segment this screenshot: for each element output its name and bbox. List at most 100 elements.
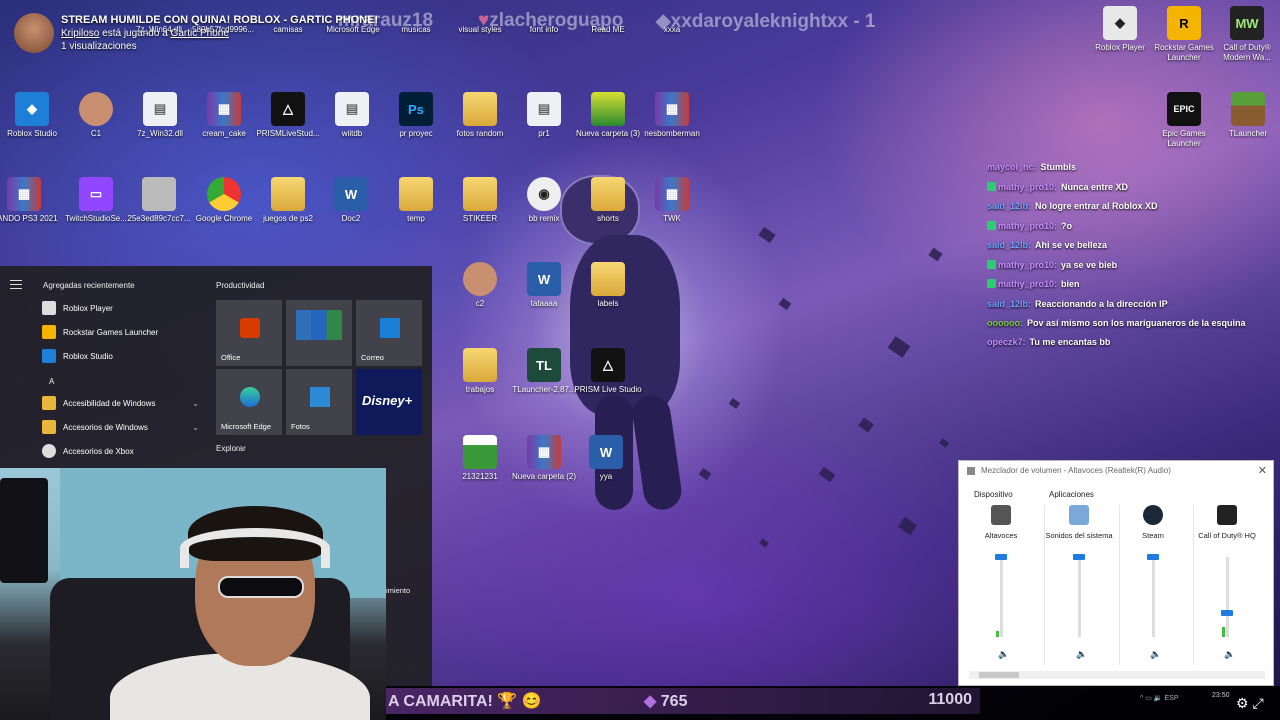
twitch-studio-icon[interactable]: ▭ TwitchStudioSe... (61, 177, 131, 224)
folder-icon[interactable]: juegos de ps2 (253, 177, 323, 224)
word-doc-icon[interactable]: W Doc2 (316, 177, 386, 224)
prism-icon[interactable]: △ PRISM Live Studio (573, 348, 643, 395)
system-sounds-icon[interactable] (1069, 505, 1089, 525)
word-doc-icon[interactable]: Wtataaaa (509, 262, 579, 309)
chat-overlay: maycol_nc: Stumbls mathy_pro10: Nunca entr… (987, 158, 1257, 353)
desktop-icon[interactable]: ▤ pr1 (509, 92, 579, 139)
chevron-down-icon: ⌄ (192, 422, 199, 432)
start-app-accesorios-windows[interactable]: Accesorios de Windows ⌄ (42, 416, 207, 438)
mixer-channel-call-of-duty: Call of Duty® HQ 🔈 (1191, 505, 1263, 665)
desktop-icon[interactable]: c2 (445, 262, 515, 309)
chat-message: mathy_pro10: bien (987, 275, 1257, 295)
tile-fotos[interactable]: Fotos (286, 369, 352, 435)
desktop-icon[interactable]: 25e3ed89c7cc7... (124, 177, 194, 224)
speaker-device-icon[interactable] (991, 505, 1011, 525)
mute-speaker-icon[interactable]: 🔈 (1150, 649, 1161, 660)
chevron-down-icon: ⌄ (192, 398, 199, 408)
fullscreen-icon[interactable]: ⤢ (1252, 695, 1263, 711)
scrollbar-thumb[interactable] (979, 672, 1019, 678)
chat-username: mathy_pro10: (998, 181, 1058, 192)
horizontal-scrollbar[interactable] (969, 671, 1265, 679)
epic-games-icon[interactable]: EPIC Epic Games Launcher (1149, 92, 1219, 149)
settings-gear-icon[interactable]: ⚙ (1236, 695, 1249, 711)
winrar-icon[interactable]: ▦ Nueva carpeta (2) (509, 435, 579, 482)
mute-speaker-icon[interactable]: 🔈 (1224, 649, 1235, 660)
apps-header: Aplicaciones (1049, 490, 1094, 499)
channel-avatar[interactable] (14, 13, 54, 53)
mute-speaker-icon[interactable]: 🔈 (1076, 649, 1087, 660)
desktop-icon[interactable]: ▤ wiitdb (317, 92, 387, 139)
goal-text: A CAMARITA! 🏆 😊 (388, 693, 542, 710)
letter-header[interactable]: A (49, 377, 54, 386)
volume-track[interactable] (1078, 557, 1081, 637)
prism-icon[interactable]: △ PRISMLiveStud... (253, 92, 323, 139)
winrar-icon[interactable]: ▦MANDO PS3 2021 (0, 177, 59, 224)
volume-icon[interactable]: 🔉 (1154, 695, 1163, 702)
winrar-icon[interactable]: ▦ TWK (637, 177, 707, 224)
start-app-roblox-player[interactable]: Roblox Player (42, 297, 207, 319)
volume-slider[interactable] (1147, 554, 1159, 560)
hamburger-menu-icon[interactable] (10, 280, 22, 289)
diamond-icon: ◆ (656, 11, 671, 32)
start-app-rockstar[interactable]: Rockstar Games Launcher (42, 321, 207, 343)
folder-icon[interactable]: Nueva carpeta (3) (573, 92, 643, 139)
speaker-image (0, 478, 48, 583)
productivity-header: Productividad (216, 281, 265, 290)
winrar-icon[interactable]: ▦ cream_cake (189, 92, 259, 139)
level-meter (1222, 627, 1225, 637)
tlauncher-icon[interactable]: TL TLauncher-2.87... (509, 348, 579, 395)
folder-icon[interactable]: trabajos (445, 348, 515, 395)
chat-message: said_12lb: No logre entrar al Roblox XD (987, 197, 1257, 217)
volume-track[interactable] (1152, 557, 1155, 637)
folder-icon[interactable]: shorts (573, 177, 643, 224)
volume-track[interactable] (1000, 557, 1003, 637)
call-of-duty-icon[interactable] (1217, 505, 1237, 525)
folder-icon[interactable]: labels (573, 262, 643, 309)
tlauncher-icon[interactable]: TLauncher (1213, 92, 1280, 139)
desktop-icon[interactable]: 21321231 (445, 435, 515, 482)
volume-track[interactable] (1226, 557, 1229, 637)
desktop-icon[interactable]: ▤ 7z_Win32.dll (125, 92, 195, 139)
webcam-feed (0, 468, 386, 720)
volume-slider[interactable] (1221, 610, 1233, 616)
chevron-up-icon[interactable]: ^ (1140, 695, 1143, 702)
word-doc-icon[interactable]: Wyya (571, 435, 641, 482)
mixer-channel-steam: Steam 🔈 (1117, 505, 1189, 665)
folder-icon[interactable]: temp (381, 177, 451, 224)
tile-office-apps[interactable] (286, 300, 352, 366)
mute-speaker-icon[interactable]: 🔈 (998, 649, 1009, 660)
roblox-studio-icon[interactable]: ◆ Roblox Studio (0, 92, 67, 139)
channel-link[interactable]: Kripiloso (61, 28, 99, 39)
chat-text: Stumbls (1040, 162, 1077, 172)
tile-office[interactable]: Office (216, 300, 282, 366)
language-indicator[interactable]: ESP (1165, 695, 1179, 702)
close-icon[interactable]: ✕ (1258, 464, 1267, 477)
game-link[interactable]: Gartic Phone (171, 28, 229, 39)
start-app-accesibilidad[interactable]: Accesibilidad de Windows ⌄ (42, 392, 207, 414)
folder-icon (42, 396, 56, 410)
partial-tile-label[interactable]: imiento (386, 586, 410, 595)
desktop-icon[interactable]: C1 (61, 92, 131, 139)
steam-icon[interactable] (1143, 505, 1163, 525)
photoshop-icon[interactable]: Ps pr proyec (381, 92, 451, 139)
start-app-accesorios-xbox[interactable]: Accesorios de Xbox (42, 440, 207, 462)
volume-slider[interactable] (995, 554, 1007, 560)
stream-title[interactable]: STREAM HUMILDE CON QUINA! ROBLOX - GARTI… (61, 14, 378, 26)
device-header: Dispositivo (974, 490, 1013, 499)
tile-edge[interactable]: Microsoft Edge (216, 369, 282, 435)
network-icon[interactable]: ▭ (1145, 695, 1152, 702)
recent-header: Agregadas recientemente (43, 281, 135, 290)
winrar-icon[interactable]: ▦ nesbomberman (637, 92, 707, 139)
volume-slider[interactable] (1073, 554, 1085, 560)
tile-disney-plus[interactable]: Disney+ (356, 369, 422, 435)
folder-icon (42, 420, 56, 434)
folder-icon[interactable]: STIKEER (445, 177, 515, 224)
desktop-icon[interactable]: ◉ bb remix (509, 177, 579, 224)
start-app-roblox-studio[interactable]: Roblox Studio (42, 345, 207, 367)
clock[interactable]: 23:50 (1212, 692, 1230, 699)
tile-correo[interactable]: Correo (356, 300, 422, 366)
google-chrome-icon[interactable]: Google Chrome (189, 177, 259, 224)
mixer-titlebar[interactable]: Mezclador de volumen - Altavoces (Realte… (959, 461, 1275, 481)
chat-username: said_12lb: (987, 298, 1032, 309)
folder-icon[interactable]: fotos random (445, 92, 515, 139)
